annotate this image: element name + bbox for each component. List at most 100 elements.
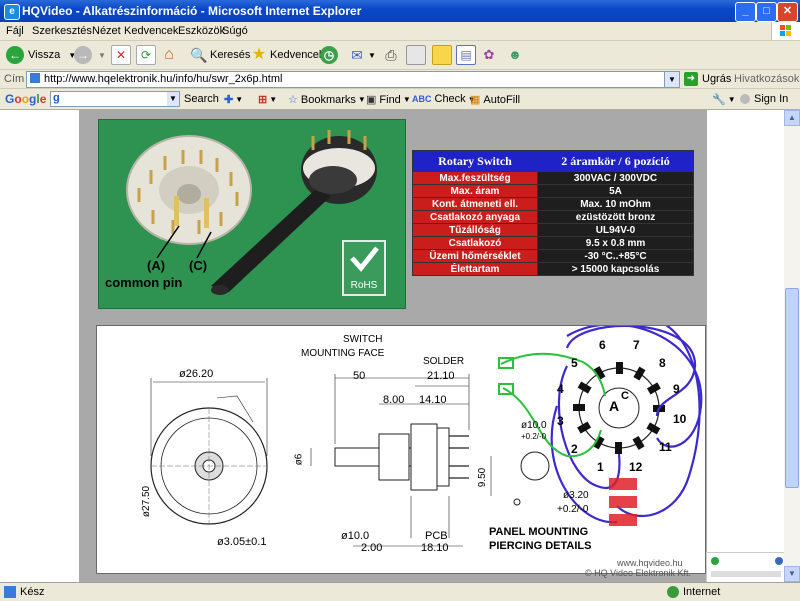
menu-view[interactable]: Nézet: [92, 25, 121, 37]
vertical-scrollbar[interactable]: ▲ ▼: [784, 110, 800, 582]
minimize-button[interactable]: _: [735, 2, 756, 22]
msn-button[interactable]: ☻: [506, 45, 524, 65]
center-a-label: A: [609, 398, 620, 414]
bookmarks-dropdown-icon: ▼: [357, 95, 366, 104]
forward-dropdown-icon[interactable]: ▼: [98, 51, 106, 60]
google-search-dropdown-icon[interactable]: ▼: [167, 92, 179, 106]
google-toolbar: Google g ▼ Search ✚ ▼ ⊞ ▼ ☆ Bookmarks ▼ ▣ …: [0, 89, 800, 110]
dim-9-50: 9.50: [477, 467, 489, 488]
autofill-button[interactable]: ▦ AutoFill: [470, 93, 520, 107]
page-done-icon: [4, 586, 16, 598]
history-button[interactable]: ◷: [320, 45, 338, 65]
menu-help[interactable]: Súgó: [222, 25, 248, 37]
dim-diameter-27-50: ø27.50: [141, 485, 153, 518]
table-row: Élettartam > 15000 kapcsolás: [412, 262, 694, 276]
find-button[interactable]: ▣ Find ▼: [366, 93, 411, 107]
pin-4: 4: [557, 382, 564, 396]
google-settings-button[interactable]: 🔧 ▼: [712, 93, 736, 106]
spec-value: > 15000 kapcsolás: [537, 262, 694, 276]
pin-10: 10: [673, 412, 687, 426]
back-arrow-icon: ←: [6, 46, 24, 64]
links-label[interactable]: Hivatkozások: [734, 73, 799, 85]
autofill-icon: ▦: [470, 94, 481, 106]
forward-button[interactable]: → ▼: [74, 45, 106, 65]
mail-button[interactable]: ✉ ▼: [348, 45, 376, 65]
scroll-thumb[interactable]: [785, 288, 799, 488]
tools-icon: ✿: [483, 47, 495, 62]
search-button[interactable]: 🔍 Keresés: [190, 45, 250, 65]
common-pin-label: common pin: [105, 275, 183, 290]
google-search-input[interactable]: g ▼: [50, 91, 180, 107]
mail-dropdown-icon[interactable]: ▼: [368, 51, 376, 60]
google-search-button[interactable]: Search: [184, 93, 219, 105]
switch-label: SWITCH: [343, 334, 383, 345]
print-button[interactable]: ⎙: [382, 45, 400, 65]
messenger-button[interactable]: ✿: [480, 45, 498, 65]
technical-drawing: SWITCH MOUNTING FACE SOLDER 50 21.10 8.0…: [96, 325, 706, 578]
back-button[interactable]: ← Vissza ▼: [6, 45, 76, 65]
discuss-button[interactable]: [432, 45, 452, 65]
notes-icon: [432, 45, 452, 65]
scroll-up-icon[interactable]: ▲: [784, 110, 800, 126]
window-title: HQVideo - Alkatrészinformáció - Microsof…: [22, 4, 362, 18]
go-button[interactable]: ➜ Ugrás: [684, 72, 731, 86]
menu-edit[interactable]: Szerkesztés: [32, 25, 92, 37]
zone-text: Internet: [683, 586, 721, 598]
dim-50: 50: [353, 370, 366, 382]
spec-name: Üzemi hőmérséklet: [412, 249, 538, 263]
bookmarks-button[interactable]: ☆ Bookmarks ▼: [288, 93, 366, 107]
spec-value: ezüstözött bronz: [537, 210, 694, 224]
search-icon: 🔍: [190, 47, 208, 63]
status-left: Kész: [4, 586, 44, 598]
spec-value: Max. 10 mOhm: [537, 197, 694, 211]
research-button[interactable]: ▤: [456, 45, 476, 65]
table-row: Üzemi hőmérséklet -30 °C..+85°C: [412, 249, 694, 263]
favorites-button[interactable]: ★ Kedvencek: [250, 45, 325, 65]
close-button[interactable]: ✕: [777, 2, 798, 22]
menu-file[interactable]: Fájl: [6, 25, 24, 37]
wrench-icon: 🔧: [712, 94, 726, 106]
spec-value: -30 °C..+85°C: [537, 249, 694, 263]
pin-5: 5: [571, 356, 578, 370]
address-input[interactable]: http://www.hqelektronik.hu/info/hu/swr_2…: [26, 71, 680, 88]
spec-name: Csatlakozó anyaga: [412, 210, 538, 224]
dim-piercing-10: ø10.0: [521, 420, 547, 431]
address-dropdown-icon[interactable]: ▼: [664, 72, 679, 87]
spec-name: Kont. átmeneti ell.: [412, 197, 538, 211]
footer-website: www.hqvideo.hu: [617, 558, 683, 568]
people-icon: ☻: [508, 47, 522, 62]
spec-name: Csatlakozó: [412, 236, 538, 250]
dim-21-10: 21.10: [427, 370, 455, 382]
sign-in-button[interactable]: Sign In: [740, 93, 788, 105]
bookmarks-label: Bookmarks: [300, 93, 356, 106]
history-icon: ◷: [320, 46, 338, 64]
menu-tools[interactable]: Eszközök: [178, 25, 225, 37]
stop-button[interactable]: ✕: [111, 45, 131, 65]
maximize-button[interactable]: □: [756, 2, 777, 22]
piercing-details-label: PIERCING DETAILS: [489, 540, 592, 552]
table-row: Tűzállóság UL94V-0: [412, 223, 694, 237]
pin-1: 1: [597, 460, 604, 474]
home-button[interactable]: ⌂: [160, 45, 178, 65]
research-icon: ▤: [456, 45, 476, 65]
dim-diameter-6: ø6: [293, 453, 305, 466]
label-a: (A): [147, 258, 166, 273]
spec-value: 300VAC / 300VDC: [537, 171, 694, 185]
edit-button[interactable]: [406, 45, 426, 65]
globe-icon: [667, 586, 679, 598]
dim-piercing-10-tol: +0.2/-0: [521, 432, 547, 441]
pcb-label: PCB: [425, 530, 448, 542]
sign-in-label: Sign In: [754, 93, 789, 105]
google-add-button[interactable]: ✚ ▼: [224, 93, 243, 106]
menu-favorites[interactable]: Kedvencek: [124, 25, 178, 37]
check-button[interactable]: ABC Check ▼: [412, 93, 476, 105]
footer-copyright: © HQ Video Elektronik Kft.: [585, 568, 692, 578]
refresh-button[interactable]: ⟳: [136, 45, 156, 65]
pagerank-button[interactable]: ⊞ ▼: [258, 93, 277, 106]
address-label: Cím: [4, 73, 25, 85]
favorites-label: Kedvencek: [270, 49, 325, 61]
center-c-label: C: [621, 390, 629, 402]
scroll-down-icon[interactable]: ▼: [784, 566, 800, 582]
dim-18-10: 18.10: [421, 542, 449, 554]
check-label: Check: [434, 93, 466, 105]
